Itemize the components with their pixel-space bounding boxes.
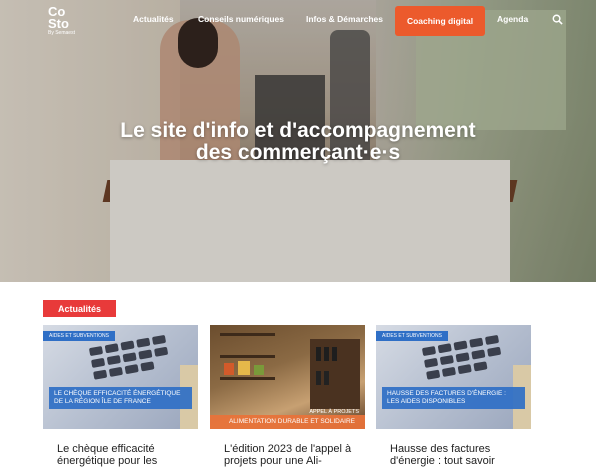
logo-tagline: By Semaest	[48, 30, 75, 36]
card-3-tag: AIDES ET SUBVENTIONS	[376, 331, 448, 341]
card-3-title[interactable]: Hausse des factures d'énergie : tout sav…	[390, 443, 530, 467]
card-2-title[interactable]: L'édition 2023 de l'appel à projets pour…	[224, 443, 364, 467]
coaching-button[interactable]: Coaching digital	[395, 6, 485, 36]
hero-banner: Le site d'info et d'accompagnement des c…	[0, 0, 596, 282]
card-1-caption: LE CHÈQUE EFFICACITÉ ÉNERGÉTIQUE DE LA R…	[49, 387, 192, 409]
card-3-caption: HAUSSE DES FACTURES D'ÉNERGIE : LES AIDE…	[382, 387, 525, 409]
site-logo[interactable]: Co Sto By Semaest	[48, 5, 75, 36]
card-1-tag: AIDES ET SUBVENTIONS	[43, 331, 115, 341]
section-label: Actualités	[43, 300, 116, 317]
news-card-1[interactable]: AIDES ET SUBVENTIONS LE CHÈQUE EFFICACIT…	[43, 325, 198, 429]
hero-title-line-2: des commerçant·e·s	[195, 141, 401, 164]
search-icon[interactable]	[552, 14, 563, 25]
nav-item-infos[interactable]: Infos & Démarches	[306, 14, 383, 24]
news-card-2[interactable]: APPEL À PROJETS ALIMENTATION DURABLE ET …	[210, 325, 365, 429]
nav-item-actualites[interactable]: Actualités	[133, 14, 174, 24]
nav-item-agenda[interactable]: Agenda	[497, 14, 528, 24]
nav-item-conseils[interactable]: Conseils numériques	[198, 14, 284, 24]
hero-title-line-1: Le site d'info et d'accompagnement	[120, 119, 476, 142]
logo-line-2: Sto	[48, 16, 69, 31]
news-card-3[interactable]: AIDES ET SUBVENTIONS HAUSSE DES FACTURES…	[376, 325, 531, 429]
card-1-title[interactable]: Le chèque efficacité énergétique pour le…	[57, 443, 197, 467]
hero-title: Le site d'info et d'accompagnement des c…	[40, 120, 556, 164]
card-2-caption: ALIMENTATION DURABLE ET SOLIDAIRE	[210, 415, 365, 429]
